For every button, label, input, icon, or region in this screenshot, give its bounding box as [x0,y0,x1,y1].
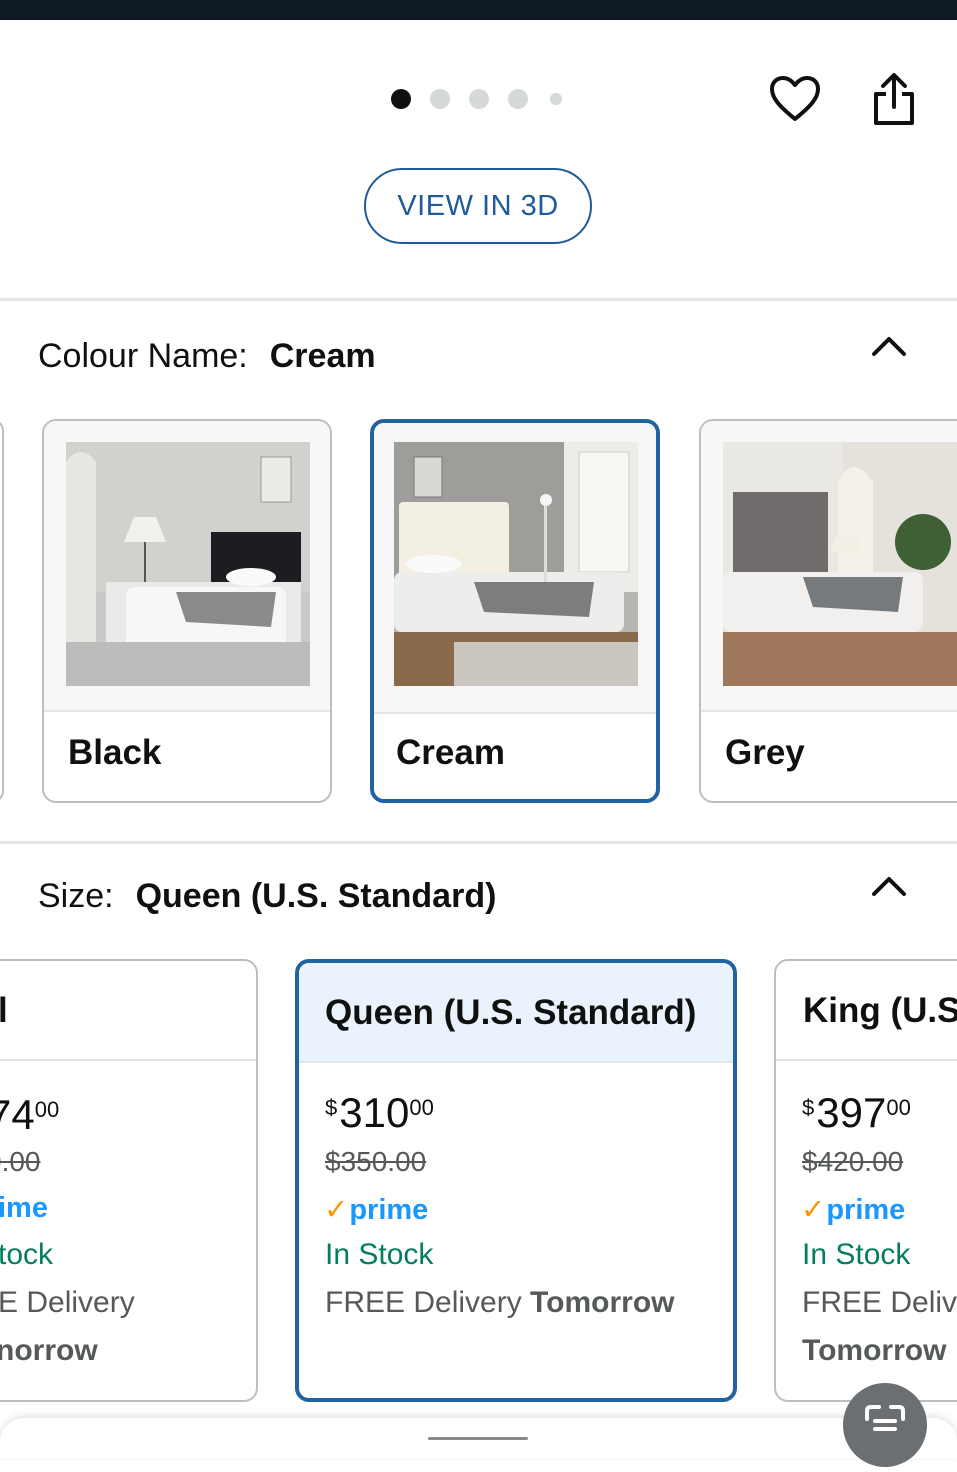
prime-badge: ✓prime [324,1194,429,1226]
size-card-price: $39700 [802,1089,911,1136]
product-image-grey [723,442,957,686]
size-selected-value: Queen (U.S. Standard) [135,877,497,915]
swatch-partial[interactable] [0,419,4,803]
carousel-dot-active[interactable] [391,89,411,109]
size-card-title: Queen (U.S. Standard) [325,993,697,1032]
stock-status: In Stock [325,1238,434,1271]
scan-button[interactable] [843,1383,927,1467]
swatch-label: Cream [396,733,505,772]
stock-status: In Stock [802,1238,911,1271]
prime-check-icon: ✓ [801,1194,826,1226]
carousel-dot[interactable] [469,89,489,109]
prime-badge: ✓prime [801,1194,906,1226]
carousel-dot[interactable] [430,89,450,109]
size-card-was-price: 0.00 [0,1146,41,1177]
colour-label-text: Colour Name: [38,337,248,375]
carousel-dot[interactable] [550,93,562,105]
chevron-up-icon[interactable] [871,874,907,898]
delivery-text: FREE Delivery Tomorrow [325,1286,675,1319]
delivery-day: Tomorrow [802,1334,947,1367]
colour-name-label: Colour Name: Cream [38,337,376,376]
size-card-price: $31000 [325,1089,434,1136]
prime-badge: ime [0,1192,48,1224]
divider [0,298,957,301]
chevron-up-icon[interactable] [871,334,907,358]
delivery-day: norrow [0,1334,98,1367]
swatch-cream[interactable]: Cream [370,419,660,803]
heart-icon [770,76,820,121]
delivery-text: FREE Delive [802,1286,957,1319]
share-icon [874,73,914,125]
size-card-title: King (U.S [803,991,957,1030]
size-card-was-price: $420.00 [802,1146,904,1177]
view-in-3d-button[interactable]: VIEW IN 3D [364,168,592,244]
swatch-black[interactable]: Black [42,419,332,803]
wishlist-button[interactable] [765,70,825,128]
size-card-queen[interactable]: Queen (U.S. Standard) [295,959,737,1402]
carousel-dot[interactable] [508,89,528,109]
prime-check-icon: ✓ [324,1194,349,1226]
swatch-label: Grey [725,733,805,772]
colour-selected-value: Cream [269,337,376,375]
product-image-cream [394,442,638,686]
stock-status: tock [0,1238,54,1271]
size-card-price: 7400 [0,1091,60,1138]
scan-icon [865,1405,905,1431]
size-card-title: l [0,991,8,1031]
status-bar [0,0,957,20]
swatch-grey[interactable]: Grey [699,419,957,803]
divider [0,841,957,844]
size-card-was-price: $350.00 [325,1146,427,1177]
size-label: Size: Queen (U.S. Standard) [38,877,496,916]
share-button[interactable] [864,70,924,128]
size-label-text: Size: [38,877,114,915]
swatch-label: Black [68,733,162,772]
product-image-black [66,442,310,686]
delivery-text: E Delivery [0,1286,135,1319]
